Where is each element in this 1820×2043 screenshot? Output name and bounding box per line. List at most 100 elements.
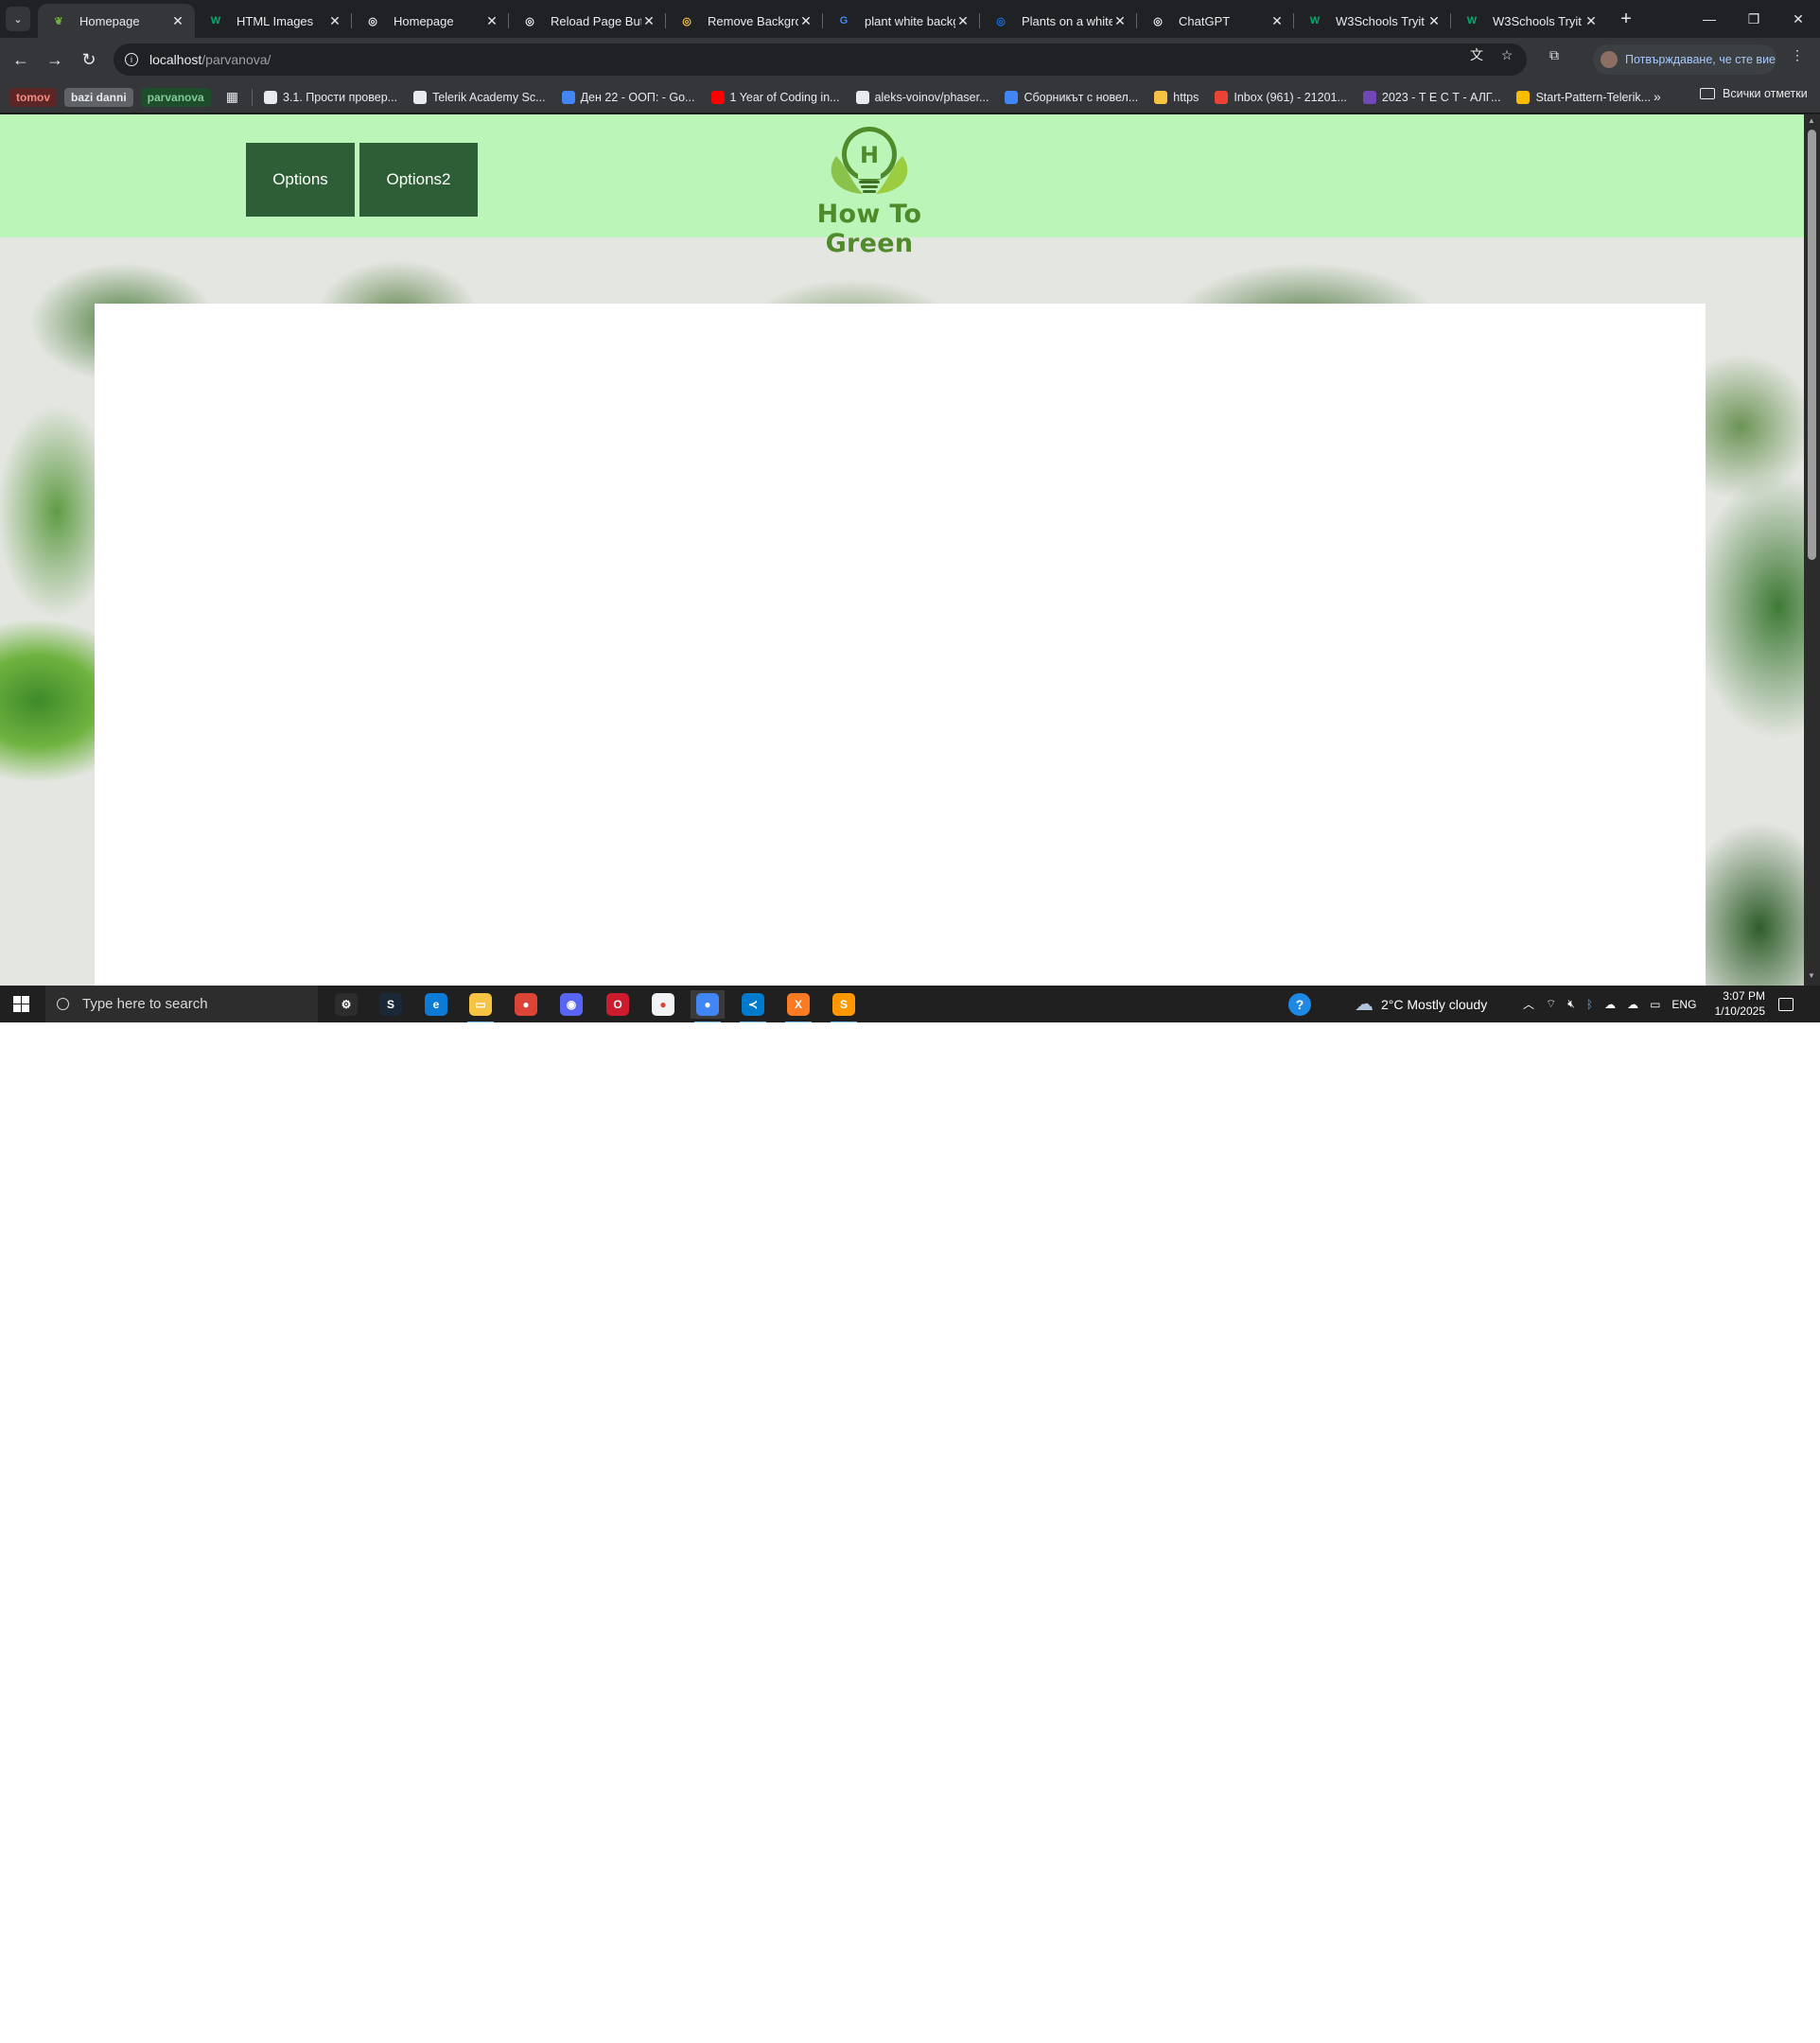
- windows-taskbar: Type here to search ⚙ Se ▭ ● ◉ O ● ● ≺ X S ? ☁ 2°C…: [0, 986, 1820, 1022]
- settings-app[interactable]: ⚙: [329, 990, 363, 1019]
- close-tab-icon[interactable]: ✕: [170, 13, 185, 28]
- more-bookmarks-icon[interactable]: »: [1654, 89, 1661, 104]
- bookmark-item[interactable]: 2023 - Т Е С Т - АЛГ...: [1362, 90, 1500, 104]
- scroll-down-arrow-icon[interactable]: ▼: [1808, 971, 1815, 980]
- profile-chip[interactable]: Потвърждаване, че сте вие: [1593, 44, 1776, 75]
- close-tab-icon[interactable]: ✕: [1584, 13, 1599, 28]
- tab[interactable]: ◎ ChatGPT ✕: [1137, 4, 1294, 38]
- scroll-up-arrow-icon[interactable]: ▲: [1808, 116, 1815, 125]
- language-indicator[interactable]: ENG: [1671, 998, 1696, 1011]
- bookmark-item[interactable]: Inbox (961) - 21201...: [1215, 90, 1347, 104]
- tab[interactable]: W W3Schools Tryit E ✕: [1451, 4, 1608, 38]
- address-bar[interactable]: i localhost/parvanova/: [114, 44, 1527, 76]
- tab-search-button[interactable]: ⌄: [6, 7, 30, 31]
- bookmark-item[interactable]: aleks-voinov/phaser...: [855, 90, 989, 104]
- chrome-app[interactable]: ●: [509, 990, 543, 1019]
- discord-app[interactable]: ◉: [554, 990, 588, 1019]
- chrome-profile-app[interactable]: ●: [691, 990, 725, 1022]
- close-tab-icon[interactable]: ✕: [484, 13, 499, 28]
- close-tab-icon[interactable]: ✕: [1269, 13, 1285, 28]
- options-button[interactable]: Options: [246, 143, 355, 217]
- arrow-left-icon: ←: [12, 49, 29, 69]
- restore-icon: ❐: [1747, 10, 1760, 26]
- page-scrollbar[interactable]: ▲ ▼: [1804, 114, 1820, 986]
- onedrive-icon[interactable]: ☁: [1604, 998, 1616, 1011]
- tab[interactable]: ◎ Reload Page Butto✕: [509, 4, 666, 38]
- extensions-icon[interactable]: ⧉: [1545, 45, 1564, 64]
- tab[interactable]: W W3Schools Tryit E ✕: [1294, 4, 1451, 38]
- close-tab-icon[interactable]: ✕: [955, 13, 971, 28]
- menu-kebab-icon[interactable]: ⋮: [1788, 45, 1807, 64]
- chrome-dev-app[interactable]: ●: [646, 990, 680, 1019]
- tab[interactable]: ◎ Remove Backgrou✕: [666, 4, 823, 38]
- bookmark-group-chip[interactable]: parvanova: [140, 87, 211, 107]
- tab[interactable]: ❦ Homepage ✕: [38, 4, 195, 38]
- forward-button[interactable]: →: [42, 46, 68, 73]
- bookmark-item[interactable]: Start-Pattern-Telerik...: [1516, 90, 1652, 104]
- tab[interactable]: Gplant white backg ✕: [823, 4, 980, 38]
- site-header: Options Options2 H How To Green: [0, 114, 1804, 258]
- restore-button[interactable]: ❐: [1732, 0, 1776, 38]
- help-icon[interactable]: ?: [1288, 986, 1311, 1022]
- xampp-app[interactable]: X: [781, 990, 815, 1022]
- close-tab-icon[interactable]: ✕: [798, 13, 814, 28]
- bookmark-star-icon[interactable]: ☆: [1497, 45, 1516, 64]
- all-bookmarks-button[interactable]: Всички отметки: [1700, 87, 1808, 100]
- bookmark-item[interactable]: Telerik Academy Sc...: [413, 90, 546, 104]
- bookmark-item[interactable]: https: [1154, 90, 1199, 104]
- cloud-sync-icon[interactable]: ☁: [1627, 998, 1638, 1011]
- book-icon: [263, 90, 277, 104]
- close-tab-icon[interactable]: ✕: [1112, 13, 1128, 28]
- tab-title: HTML Images: [236, 13, 314, 28]
- weather-widget[interactable]: ☁ 2°C Mostly cloudy: [1355, 986, 1487, 1022]
- bookmark-group-chip[interactable]: bazi danni: [64, 87, 133, 107]
- bookmark-item[interactable]: 3.1. Прости провер...: [263, 90, 397, 104]
- apps-grid-icon[interactable]: ▦: [226, 89, 238, 105]
- edge-app[interactable]: e: [419, 990, 453, 1019]
- bookmark-item[interactable]: 1 Year of Coding in...: [710, 90, 840, 104]
- steam-app[interactable]: S: [374, 990, 408, 1019]
- notifications-icon[interactable]: [1778, 986, 1794, 1022]
- close-window-button[interactable]: ✕: [1776, 0, 1820, 38]
- mute-icon[interactable]: 🔇︎: [1567, 997, 1575, 1011]
- close-tab-icon[interactable]: ✕: [1426, 13, 1442, 28]
- network-icon[interactable]: ⌔: [1546, 997, 1556, 1011]
- bookmark-label: Start-Pattern-Telerik...: [1535, 90, 1652, 104]
- tab[interactable]: ◎ Plants on a white ✕: [980, 4, 1137, 38]
- start-button[interactable]: [13, 996, 29, 1012]
- minimize-icon: —: [1703, 11, 1716, 26]
- tab[interactable]: W HTML Images ✕: [195, 4, 352, 38]
- bluetooth-icon[interactable]: ᛒ: [1586, 998, 1593, 1011]
- minimize-button[interactable]: —: [1688, 0, 1731, 38]
- tab[interactable]: ◎ Homepage ✕: [352, 4, 509, 38]
- chevron-up-icon[interactable]: ︿: [1523, 996, 1534, 1012]
- opera-app[interactable]: O: [601, 990, 635, 1019]
- sublime-app[interactable]: S: [827, 990, 861, 1022]
- url-host: localhost: [149, 52, 202, 67]
- new-tab-button[interactable]: +: [1615, 8, 1637, 30]
- clock[interactable]: 3:07 PM 1/10/2025: [1710, 988, 1765, 1019]
- browser-toolbar: ← → ↻ i localhost/parvanova/ 文 ☆ ⧉ Потвъ…: [0, 38, 1820, 81]
- bookmark-label: 1 Year of Coding in...: [729, 90, 840, 104]
- remove-bg-icon: ◎: [682, 15, 691, 27]
- chatgpt-icon: ◎: [525, 15, 534, 27]
- bookmark-item[interactable]: Ден 22 - ООП: - Go...: [561, 90, 695, 104]
- close-tab-icon[interactable]: ✕: [641, 13, 656, 28]
- options2-button[interactable]: Options2: [359, 143, 478, 217]
- bookmark-label: Telerik Academy Sc...: [432, 90, 546, 104]
- close-tab-icon[interactable]: ✕: [327, 13, 342, 28]
- bookmark-group-chip[interactable]: tomov: [9, 87, 57, 107]
- translate-icon[interactable]: 文: [1467, 45, 1486, 64]
- scrollbar-thumb[interactable]: [1808, 130, 1816, 560]
- taskbar-search-box[interactable]: Type here to search: [45, 986, 318, 1022]
- bookmark-item[interactable]: Сборникът с новел...: [1005, 90, 1138, 104]
- site-logo[interactable]: H How To Green: [779, 124, 959, 258]
- back-button[interactable]: ←: [8, 46, 34, 73]
- address-url[interactable]: localhost/parvanova/: [149, 52, 271, 67]
- bookmarks-separator: [251, 88, 253, 106]
- site-info-icon[interactable]: i: [125, 53, 138, 66]
- file-explorer-app[interactable]: ▭: [464, 990, 498, 1022]
- vscode-app[interactable]: ≺: [736, 990, 770, 1022]
- battery-icon[interactable]: ▭: [1650, 998, 1660, 1011]
- reload-button[interactable]: ↻: [76, 46, 102, 73]
